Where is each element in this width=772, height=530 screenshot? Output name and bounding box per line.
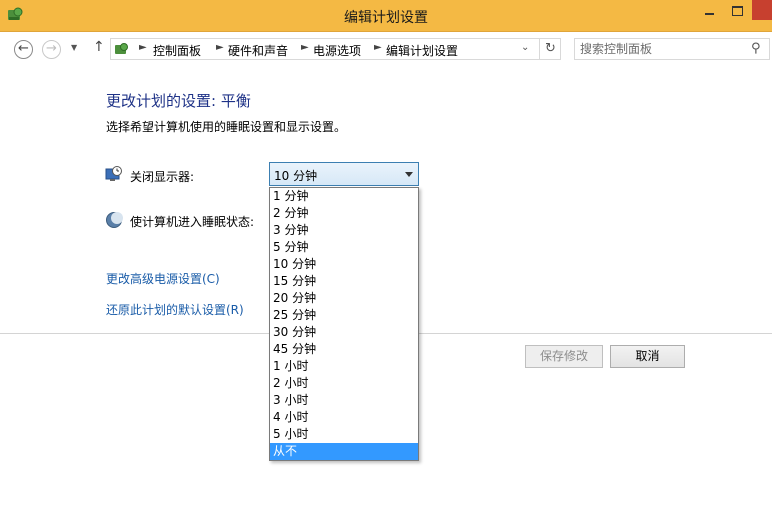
advanced-power-settings-link[interactable]: 更改高级电源设置(C) xyxy=(106,270,220,287)
sleep-label: 使计算机进入睡眠状态: xyxy=(130,215,255,229)
refresh-icon[interactable]: ↻ xyxy=(539,39,561,59)
breadcrumb-chevron-icon[interactable]: ► xyxy=(216,42,224,53)
display-off-selected-value: 10 分钟 xyxy=(274,169,318,183)
page-title: 更改计划的设置: 平衡 xyxy=(106,92,251,110)
forward-button[interactable]: → xyxy=(42,40,61,59)
display-off-label: 关闭显示器: xyxy=(130,170,195,184)
recent-locations-button[interactable]: ▼ xyxy=(71,43,77,52)
breadcrumb-power-options[interactable]: 电源选项 xyxy=(313,42,361,59)
search-icon[interactable]: ⚲ xyxy=(751,41,761,56)
arrow-left-icon: ← xyxy=(18,41,29,56)
cancel-button[interactable]: 取消 xyxy=(610,345,685,368)
maximize-button[interactable] xyxy=(724,0,752,20)
address-bar[interactable]: ► 控制面板 ► 硬件和声音 ► 电源选项 ► 编辑计划设置 ⌄ ↻ xyxy=(110,38,561,60)
window-title: 编辑计划设置 xyxy=(344,10,428,26)
display-off-select[interactable]: 10 分钟 xyxy=(269,162,419,186)
search-box[interactable]: ⚲ xyxy=(574,38,770,60)
navigation-bar: ← → ▼ ↑ ► 控制面板 ► 硬件和声音 ► 电源选项 ► 编辑计划设置 ⌄… xyxy=(0,32,772,66)
control-panel-icon xyxy=(115,43,128,54)
dropdown-option[interactable]: 30 分钟 xyxy=(270,324,418,341)
dropdown-option[interactable]: 5 小时 xyxy=(270,426,418,443)
display-off-dropdown-list[interactable]: 1 分钟 2 分钟 3 分钟 5 分钟 10 分钟 15 分钟 20 分钟 25 分钟 30 分… xyxy=(269,187,419,461)
breadcrumb-chevron-icon[interactable]: ► xyxy=(301,42,309,53)
breadcrumb-chevron-icon[interactable]: ► xyxy=(139,42,147,53)
moon-icon xyxy=(106,212,123,228)
dropdown-option[interactable]: 20 分钟 xyxy=(270,290,418,307)
title-bar: 编辑计划设置 xyxy=(0,0,772,32)
restore-defaults-link[interactable]: 还原此计划的默认设置(R) xyxy=(106,301,244,318)
dropdown-option[interactable]: 4 小时 xyxy=(270,409,418,426)
save-button[interactable]: 保存修改 xyxy=(525,345,603,368)
dropdown-option[interactable]: 5 分钟 xyxy=(270,239,418,256)
close-button[interactable] xyxy=(752,0,772,20)
dropdown-option[interactable]: 3 小时 xyxy=(270,392,418,409)
breadcrumb-edit-plan[interactable]: 编辑计划设置 xyxy=(386,42,458,59)
minimize-button[interactable] xyxy=(696,0,724,20)
chevron-down-icon[interactable] xyxy=(405,172,413,177)
breadcrumb-chevron-icon[interactable]: ► xyxy=(374,42,382,53)
dropdown-option[interactable]: 15 分钟 xyxy=(270,273,418,290)
dropdown-option[interactable]: 2 分钟 xyxy=(270,205,418,222)
search-input[interactable] xyxy=(580,41,740,57)
dropdown-option[interactable]: 从不 xyxy=(270,443,418,460)
dropdown-option[interactable]: 10 分钟 xyxy=(270,256,418,273)
dropdown-option[interactable]: 1 小时 xyxy=(270,358,418,375)
dropdown-option[interactable]: 1 分钟 xyxy=(270,188,418,205)
monitor-clock-icon xyxy=(105,166,122,181)
dropdown-option[interactable]: 45 分钟 xyxy=(270,341,418,358)
breadcrumb-hardware-sound[interactable]: 硬件和声音 xyxy=(228,42,288,59)
breadcrumb-control-panel[interactable]: 控制面板 xyxy=(153,42,201,59)
arrow-right-icon: → xyxy=(46,41,57,56)
dropdown-option[interactable]: 25 分钟 xyxy=(270,307,418,324)
page-subtitle: 选择希望计算机使用的睡眠设置和显示设置。 xyxy=(106,120,347,134)
dropdown-option[interactable]: 3 分钟 xyxy=(270,222,418,239)
back-button[interactable]: ← xyxy=(14,40,33,59)
chevron-down-icon[interactable]: ⌄ xyxy=(521,42,529,53)
up-button[interactable]: ↑ xyxy=(93,39,105,55)
dropdown-option[interactable]: 2 小时 xyxy=(270,375,418,392)
